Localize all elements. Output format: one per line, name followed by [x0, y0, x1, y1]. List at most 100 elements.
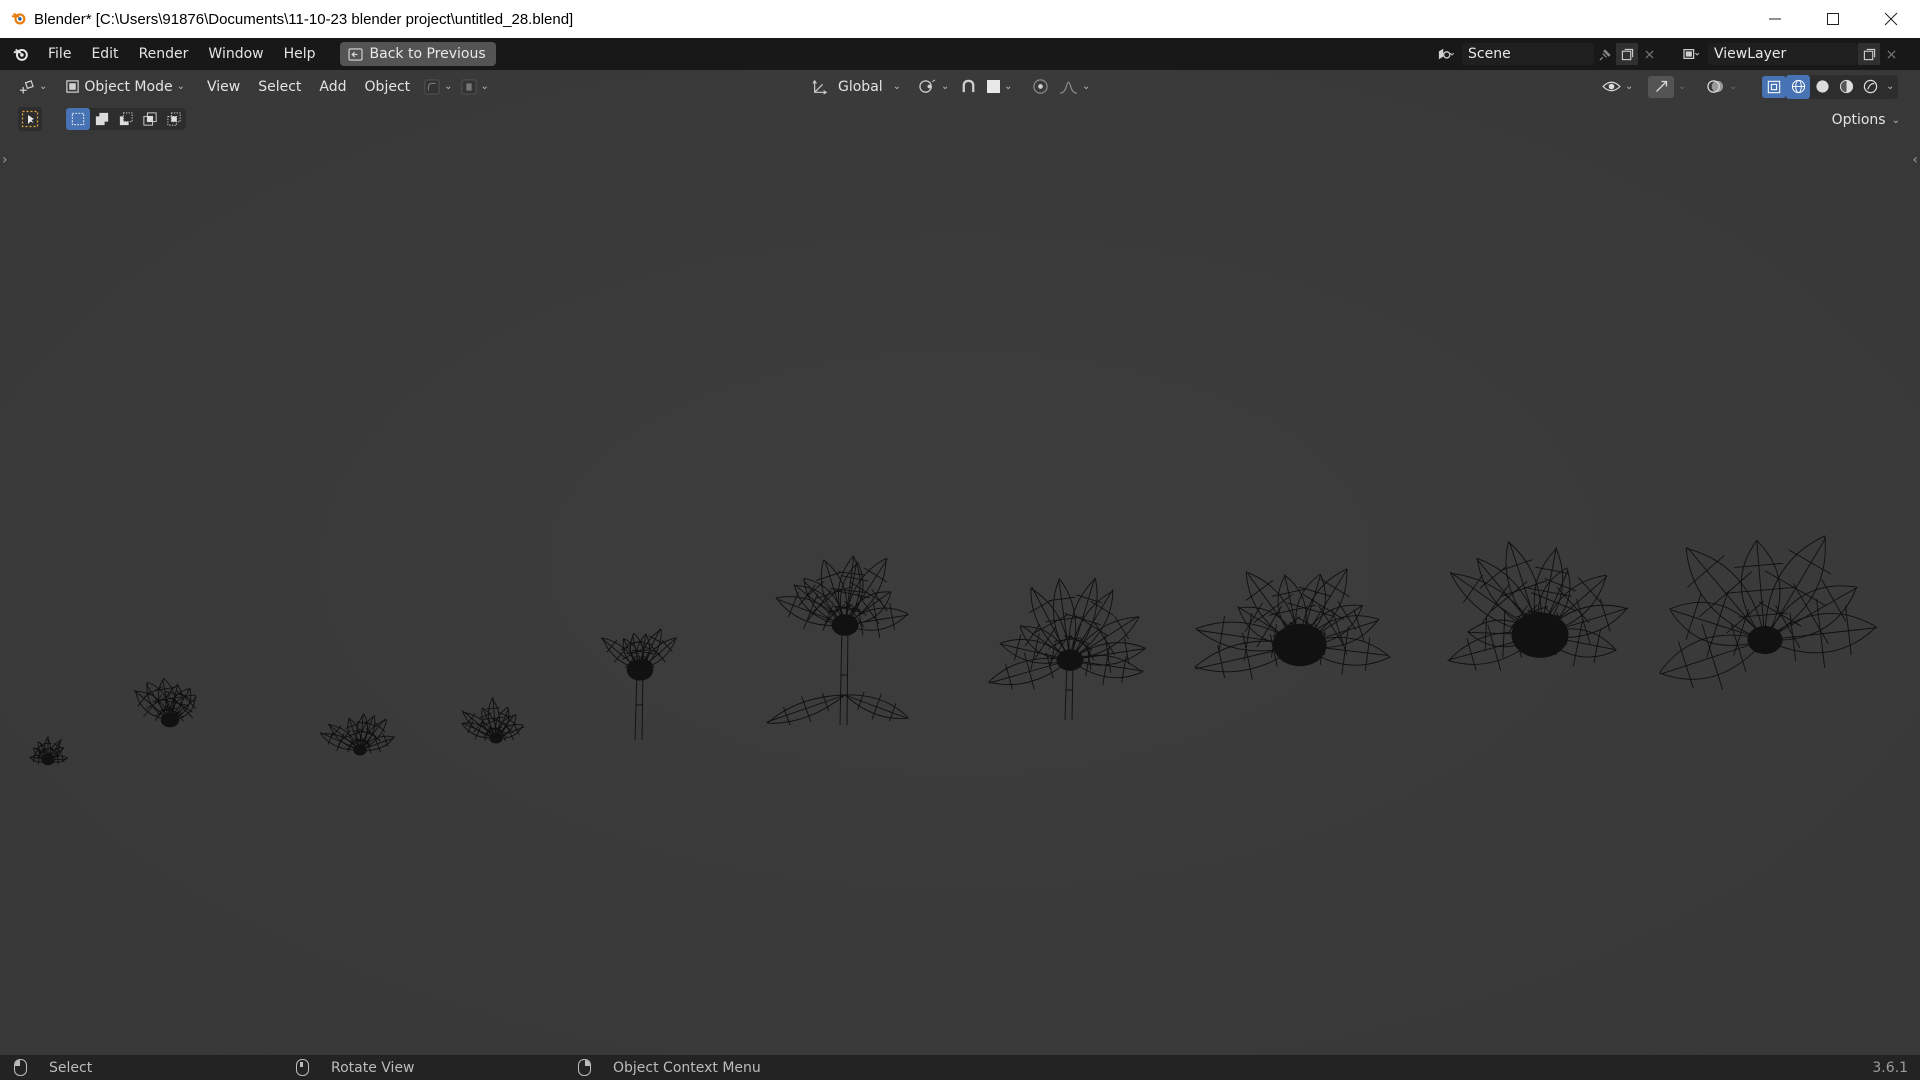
snap-toggle[interactable]: ⌄ — [954, 75, 1018, 99]
viewport-header: ⌄ Object Mode ⌄ View Select Add Object ⌄… — [0, 70, 1920, 103]
snap-base-dropdown[interactable]: ⌄ ⌄ — [418, 75, 495, 99]
menu-edit[interactable]: Edit — [81, 41, 128, 67]
menu-render[interactable]: Render — [129, 41, 199, 67]
material-preview-icon[interactable] — [1834, 75, 1858, 99]
set-new-selection-icon[interactable] — [66, 108, 90, 130]
chevron-down-icon: ⌄ — [1625, 81, 1634, 92]
viewlayer-selector: ViewLayer — [1674, 38, 1902, 70]
chevron-down-icon: ⌄ — [480, 81, 489, 92]
status-context-label: Object Context Menu — [613, 1059, 761, 1076]
status-select-label: Select — [49, 1059, 93, 1076]
minimize-icon[interactable] — [1746, 0, 1804, 38]
scene-selector: Scene — [1428, 38, 1660, 70]
viewport-canvas[interactable] — [0, 70, 1920, 1055]
pivot-point-dropdown[interactable]: ⌄ — [912, 75, 955, 99]
status-rotate-label: Rotate View — [331, 1059, 415, 1076]
maximize-icon[interactable] — [1804, 0, 1862, 38]
status-bar: Select Rotate View Object Context Menu 3… — [0, 1055, 1920, 1080]
new-scene-icon[interactable] — [1616, 43, 1638, 65]
extend-selection-icon[interactable] — [90, 108, 114, 130]
viewport-menu-object[interactable]: Object — [359, 75, 417, 99]
snap-square-icon — [987, 80, 1000, 93]
transform-orientation-dropdown[interactable]: Global ⌄ — [806, 75, 907, 99]
object-visibility-dropdown[interactable]: ⌄ — [1596, 75, 1639, 99]
select-tool-icon[interactable] — [18, 107, 42, 131]
scene-browse-icon[interactable] — [1428, 43, 1462, 65]
delete-viewlayer-icon[interactable] — [1880, 43, 1902, 65]
scene-name: Scene — [1468, 46, 1511, 62]
object-mode-label: Object Mode — [84, 78, 173, 95]
viewport-menu-view[interactable]: View — [201, 75, 246, 99]
blender-menu-icon[interactable] — [4, 38, 38, 70]
delete-scene-icon[interactable] — [1638, 43, 1660, 65]
middle-mouse-icon — [296, 1059, 309, 1076]
pivot-icon — [919, 79, 936, 93]
chevron-down-icon: ⌄ — [444, 81, 453, 92]
orientation-icon — [812, 79, 828, 95]
subtract-selection-icon[interactable] — [114, 108, 138, 130]
chevron-down-icon: ⌄ — [1729, 81, 1738, 92]
chevron-down-icon: ⌄ — [892, 81, 902, 92]
overlays-toggle[interactable]: ⌄ — [1700, 75, 1743, 99]
status-rotate: Rotate View — [296, 1059, 415, 1076]
status-context-menu: Object Context Menu — [578, 1059, 761, 1076]
chevron-down-icon: ⌄ — [39, 81, 48, 92]
proportional-editing-icon — [1033, 79, 1048, 94]
topbar: File Edit Render Window Help Back to Pre… — [0, 38, 1920, 70]
invert-selection-icon[interactable] — [138, 108, 162, 130]
rendered-shading-icon[interactable] — [1858, 75, 1882, 99]
viewlayer-name-field[interactable]: ViewLayer — [1708, 43, 1858, 65]
overlays-icon — [1707, 80, 1724, 93]
3d-viewport-icon — [19, 80, 34, 94]
orientation-label: Global — [838, 78, 883, 95]
object-mode-dropdown[interactable]: Object Mode ⌄ — [59, 75, 191, 99]
window-title: Blender* [C:\Users\91876\Documents\11-10… — [34, 10, 574, 28]
chevron-down-icon: ⌄ — [176, 81, 185, 92]
toolbar-expand-icon[interactable]: › — [2, 152, 8, 168]
falloff-icon — [1059, 81, 1078, 94]
menu-window[interactable]: Window — [198, 41, 273, 67]
selection-mode-group — [66, 108, 186, 130]
viewlayer-name: ViewLayer — [1714, 46, 1787, 62]
snap-base-icon — [424, 78, 440, 95]
options-dropdown[interactable]: Options ⌄ — [1824, 108, 1908, 132]
window-titlebar: Blender* [C:\Users\91876\Documents\11-10… — [0, 0, 1920, 38]
back-icon — [347, 47, 363, 61]
close-icon[interactable] — [1862, 0, 1920, 38]
chevron-down-icon: ⌄ — [1082, 81, 1091, 92]
xray-icon — [1762, 75, 1786, 98]
new-viewlayer-icon[interactable] — [1858, 43, 1880, 65]
editor-type-selector[interactable]: ⌄ — [12, 75, 53, 99]
viewport-menu-add[interactable]: Add — [313, 75, 352, 99]
wireframe-shading-icon[interactable] — [1786, 74, 1810, 99]
object-mode-icon — [66, 80, 80, 93]
gizmo-toggle[interactable]: ⌄ — [1642, 75, 1692, 99]
left-mouse-icon — [14, 1059, 27, 1076]
tool-settings-row — [18, 107, 186, 131]
menu-file[interactable]: File — [38, 41, 81, 67]
viewlayer-browse-icon[interactable] — [1674, 43, 1708, 65]
viewport-menu-select[interactable]: Select — [252, 75, 307, 99]
snap-target-icon — [460, 78, 477, 95]
magnet-icon — [962, 79, 975, 93]
intersect-selection-icon[interactable] — [162, 108, 186, 130]
chevron-down-icon: ⌄ — [1891, 114, 1900, 126]
scene-name-field[interactable]: Scene — [1462, 43, 1594, 65]
back-to-previous-button[interactable]: Back to Previous — [339, 42, 496, 66]
3d-viewport[interactable]: ⌄ Object Mode ⌄ View Select Add Object ⌄… — [0, 70, 1920, 1055]
eye-icon — [1602, 81, 1621, 92]
shading-options-chevron-icon[interactable]: ⌄ — [1882, 81, 1898, 92]
menu-help[interactable]: Help — [274, 41, 326, 67]
back-button-label: Back to Previous — [369, 46, 486, 62]
shading-mode-group: ⌄ — [1786, 74, 1899, 99]
solid-shading-icon[interactable] — [1810, 75, 1834, 99]
chevron-down-icon: ⌄ — [1004, 81, 1013, 92]
gizmo-icon — [1648, 75, 1674, 98]
right-mouse-icon — [578, 1059, 591, 1076]
sidebar-expand-icon[interactable]: ‹ — [1912, 152, 1918, 168]
pin-icon[interactable] — [1594, 43, 1616, 65]
proportional-editing-toggle[interactable]: ⌄ — [1026, 75, 1096, 99]
chevron-down-icon: ⌄ — [941, 81, 950, 92]
options-label: Options — [1831, 112, 1886, 128]
status-select: Select — [14, 1059, 92, 1076]
